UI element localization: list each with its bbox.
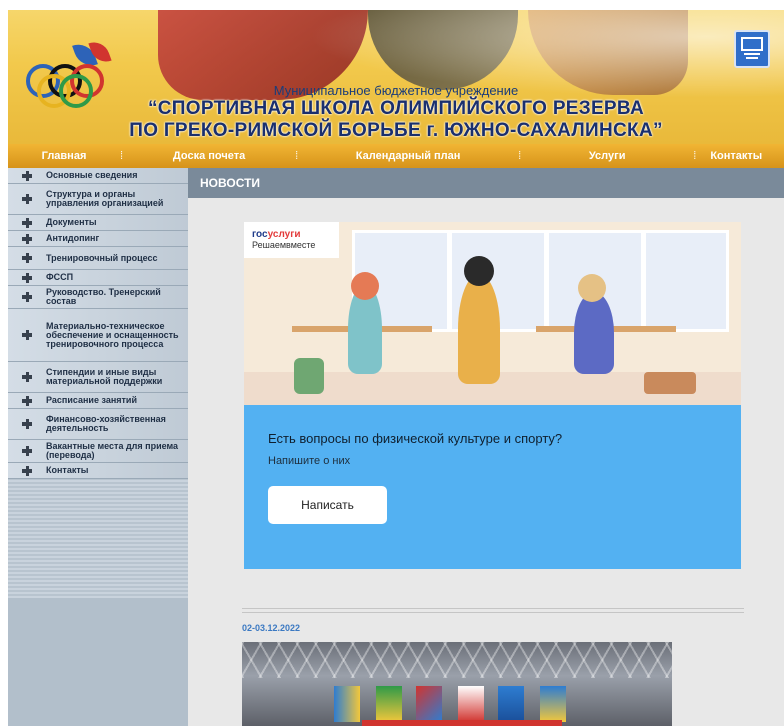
sidebar-item-stipends[interactable]: Стипендии и иные виды материальной подде… — [8, 362, 188, 393]
header-banner: Муниципальное бюджетное учреждение “СПОР… — [8, 10, 784, 144]
menu-bullet-icon — [22, 372, 32, 382]
flag — [334, 686, 360, 722]
menu-bullet-icon — [22, 233, 32, 244]
news-content: госуслуги Решаемвместе Есть вопросы по ф… — [188, 198, 784, 726]
write-button[interactable]: Написать — [268, 486, 387, 524]
flag — [540, 686, 566, 722]
sidebar-item-structure[interactable]: Структура и органы управления организаци… — [8, 184, 188, 215]
school-title-line1: “СПОРТИВНАЯ ШКОЛА ОЛИМПИЙСКОГО РЕЗЕРВА — [147, 98, 645, 119]
student-teacher-figure — [458, 274, 500, 384]
nav-item-home[interactable]: Главная — [8, 150, 120, 162]
section-header: НОВОСТИ — [188, 168, 784, 198]
promo-hint: Напишите о них — [268, 455, 351, 467]
city-emblem-icon[interactable] — [734, 30, 770, 68]
menu-bullet-icon — [22, 272, 32, 283]
nav-item-services[interactable]: Услуги — [521, 150, 693, 162]
promo-question: Есть вопросы по физической культуре и сп… — [268, 431, 563, 446]
sidebar-item-schedule[interactable]: Расписание занятий — [8, 393, 188, 409]
menu-bullet-icon — [22, 330, 32, 340]
sidebar-item-antidoping[interactable]: Антидопинг — [8, 231, 188, 247]
backpack-icon — [294, 358, 324, 394]
menu-bullet-icon — [22, 395, 32, 406]
bag-icon — [644, 372, 696, 394]
sidebar-item-finance[interactable]: Финансово-хозяйственная деятельность — [8, 409, 188, 440]
nav-item-calendar-plan[interactable]: Календарный план — [298, 150, 518, 162]
menu-bullet-icon — [22, 217, 32, 228]
sidebar-item-vacancies[interactable]: Вакантные места для приема (перевода) — [8, 440, 188, 463]
nav-item-honor-board[interactable]: Доска почета — [123, 150, 295, 162]
sidebar-item-coaching-staff[interactable]: Руководство. Тренерский состав — [8, 286, 188, 309]
main-nav: Главная ⁞ Доска почета ⁞ Календарный пла… — [8, 144, 784, 168]
student-boy-figure — [574, 292, 614, 374]
section-title: НОВОСТИ — [200, 176, 261, 190]
gosuslugi-promo-banner[interactable]: госуслуги Решаемвместе Есть вопросы по ф… — [244, 222, 741, 569]
sidebar-item-training-process[interactable]: Тренировочный процесс — [8, 247, 188, 270]
flag — [458, 686, 484, 722]
menu-bullet-icon — [22, 465, 32, 476]
promo-blue-panel: Есть вопросы по физической культуре и сп… — [244, 405, 741, 569]
flag — [376, 686, 402, 722]
flag — [416, 686, 442, 722]
gosuslugi-logo: госуслуги Решаемвместе — [244, 222, 339, 258]
menu-bullet-icon — [22, 253, 32, 263]
school-title-line2: ПО ГРЕКО-РИМСКОЙ БОРЬБЕ г. ЮЖНО-САХАЛИНС… — [129, 120, 663, 141]
org-type-subtitle: Муниципальное бюджетное учреждение — [273, 83, 519, 98]
menu-bullet-icon — [22, 446, 32, 456]
divider — [242, 612, 744, 613]
news-date-link[interactable]: 02-03.12.2022 — [242, 623, 300, 633]
sidebar-item-documents[interactable]: Документы — [8, 215, 188, 231]
nav-item-contacts[interactable]: Контакты — [696, 150, 776, 162]
sidebar-item-basic-info[interactable]: Основные сведения — [8, 168, 188, 184]
sidebar-menu: Основные сведения Структура и органы упр… — [8, 168, 188, 726]
menu-bullet-icon — [22, 419, 32, 429]
page: Муниципальное бюджетное учреждение “СПОР… — [8, 10, 784, 726]
menu-bullet-icon — [22, 170, 32, 181]
sidebar-item-fssp[interactable]: ФССП — [8, 270, 188, 286]
divider — [242, 608, 744, 609]
menu-bullet-icon — [22, 194, 32, 204]
news-photo-sports-hall[interactable] — [242, 642, 672, 726]
menu-bullet-icon — [22, 292, 32, 302]
sidebar-item-contacts[interactable]: Контакты — [8, 463, 188, 479]
sidebar-item-equipment[interactable]: Материально-техническое обеспечение и ос… — [8, 309, 188, 362]
classroom-illustration: госуслуги Решаемвместе — [244, 222, 741, 405]
flag — [498, 686, 524, 722]
